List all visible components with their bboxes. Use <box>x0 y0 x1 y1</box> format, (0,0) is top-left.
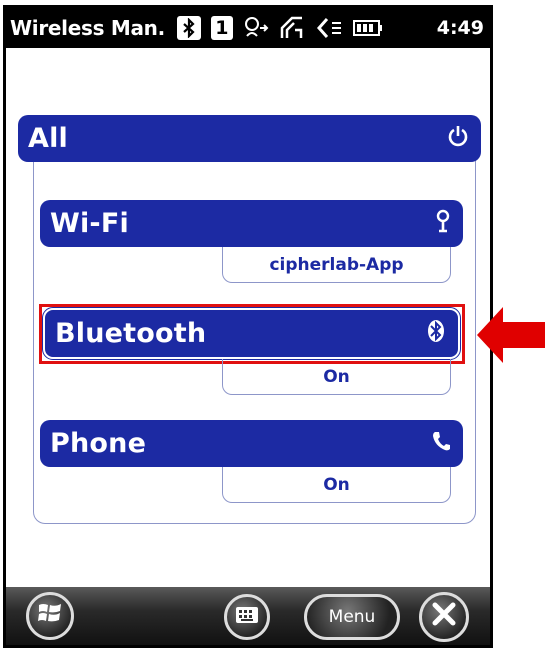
wifi-toggle-button[interactable]: Wi-Fi <box>40 200 463 247</box>
start-button[interactable] <box>26 592 74 640</box>
wireless-manager-panel: All Wi-Fi cipherlab-App Bluetooth On Pho… <box>6 48 490 593</box>
wifi-status: cipherlab-App <box>222 247 451 283</box>
device-screen: Wireless Man. 1 4:49 All Wi-Fi cipherlab… <box>3 5 493 648</box>
battery-icon[interactable] <box>352 18 383 38</box>
windows-logo-icon <box>37 601 63 631</box>
red-arrow-indicator <box>477 307 545 363</box>
wifi-antenna-icon <box>435 209 451 238</box>
menu-button[interactable]: Menu <box>304 594 400 640</box>
all-label: All <box>28 123 69 154</box>
one-icon[interactable]: 1 <box>210 16 233 40</box>
keyboard-button[interactable] <box>224 594 270 640</box>
phone-status: On <box>222 467 451 503</box>
phone-toggle-button[interactable]: Phone <box>40 420 463 467</box>
volume-icon[interactable] <box>315 16 343 40</box>
close-icon <box>431 600 457 635</box>
phone-signal-icon[interactable] <box>279 16 305 40</box>
keyboard-icon <box>235 606 259 628</box>
phone-label: Phone <box>50 428 147 459</box>
taskbar: Menu <box>6 587 490 645</box>
wifi-label: Wi-Fi <box>50 208 129 239</box>
status-bar: Wireless Man. 1 4:49 <box>6 8 490 48</box>
power-icon <box>447 124 469 153</box>
bluetooth-status-icon[interactable] <box>176 16 201 40</box>
clock[interactable]: 4:49 <box>437 17 484 39</box>
app-title[interactable]: Wireless Man. <box>10 16 165 40</box>
bluetooth-status: On <box>222 359 451 395</box>
bluetooth-highlight-box <box>39 304 465 364</box>
close-button[interactable] <box>419 592 469 642</box>
phone-icon <box>431 430 451 457</box>
all-toggle-button[interactable]: All <box>18 115 481 162</box>
network-icon[interactable] <box>243 16 269 40</box>
